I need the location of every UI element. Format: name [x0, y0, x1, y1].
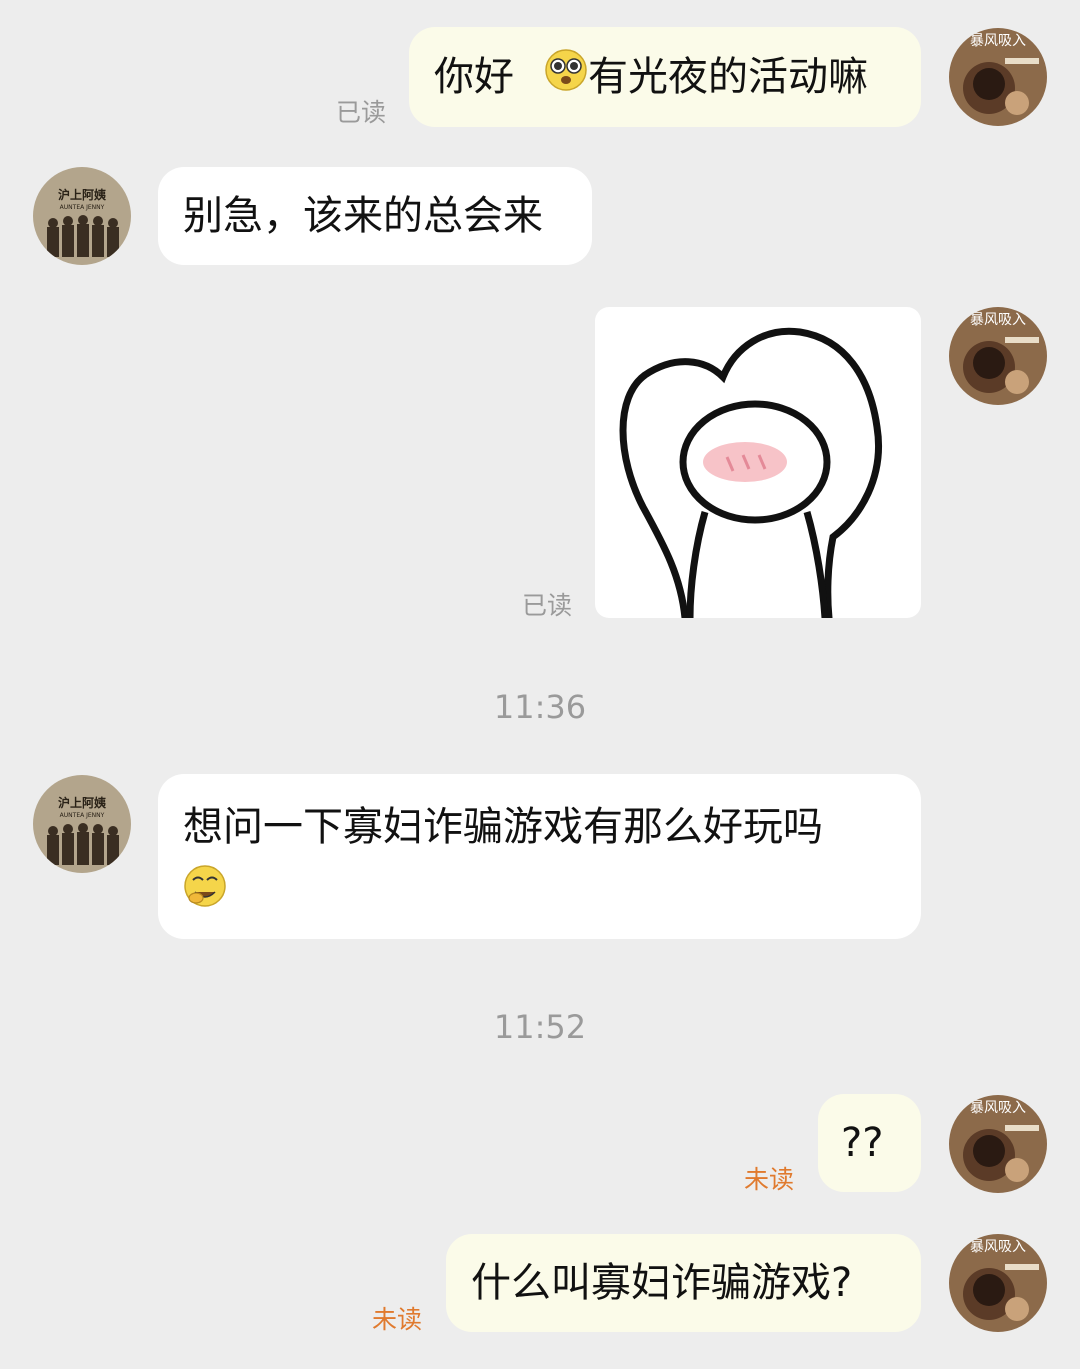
message-text: 别急，该来的总会来 — [183, 193, 543, 239]
message-text: 你好 — [434, 54, 514, 100]
contact-avatar[interactable]: 沪上阿姨 AUNTEA JENNY — [33, 775, 131, 873]
message-bubble[interactable]: 想问一下寡妇诈骗游戏有那么好玩吗 — [158, 774, 921, 939]
self-avatar[interactable]: 暴风吸入 — [949, 1234, 1047, 1332]
avatar-caption: 暴风吸入 — [970, 1100, 1026, 1116]
avatar-caption: 暴风吸入 — [970, 1239, 1026, 1255]
avatar-brand-text: 沪上阿姨 — [58, 187, 107, 202]
laughing-face-icon — [183, 864, 227, 926]
contact-avatar[interactable]: 沪上阿姨 AUNTEA JENNY — [33, 167, 131, 265]
message-bubble[interactable]: 什么叫寡妇诈骗游戏? — [446, 1234, 921, 1332]
read-status: 已读 — [336, 98, 387, 127]
message-text: 什么叫寡妇诈骗游戏? — [471, 1260, 853, 1306]
unread-status: 未读 — [372, 1305, 423, 1334]
avatar-brand-text: 沪上阿姨 — [58, 795, 107, 810]
timestamp: 11:52 — [493, 1008, 587, 1046]
avatar-brand-subtext: AUNTEA JENNY — [60, 812, 105, 819]
read-status: 已读 — [522, 591, 573, 620]
unread-status: 未读 — [744, 1165, 795, 1194]
message-text: 想问一下寡妇诈骗游戏有那么好玩吗 — [183, 804, 823, 850]
message-bubble[interactable]: 你好 有光夜的活动嘛 — [409, 27, 921, 127]
pleading-face-icon — [544, 48, 588, 110]
message-bubble[interactable]: 别急，该来的总会来 — [158, 167, 592, 265]
avatar-brand-subtext: AUNTEA JENNY — [60, 204, 105, 211]
message-text: 有光夜的活动嘛 — [588, 54, 868, 100]
avatar-caption: 暴风吸入 — [970, 312, 1026, 328]
self-avatar[interactable]: 暴风吸入 — [949, 307, 1047, 405]
message-bubble[interactable]: ?? — [818, 1094, 921, 1192]
message-text: ?? — [841, 1120, 884, 1166]
self-avatar[interactable]: 暴风吸入 — [949, 1095, 1047, 1193]
avatar-caption: 暴风吸入 — [970, 33, 1026, 49]
timestamp: 11:36 — [493, 688, 587, 726]
self-avatar[interactable]: 暴风吸入 — [949, 28, 1047, 126]
blushing-stick-figure-sticker[interactable] — [595, 307, 921, 618]
